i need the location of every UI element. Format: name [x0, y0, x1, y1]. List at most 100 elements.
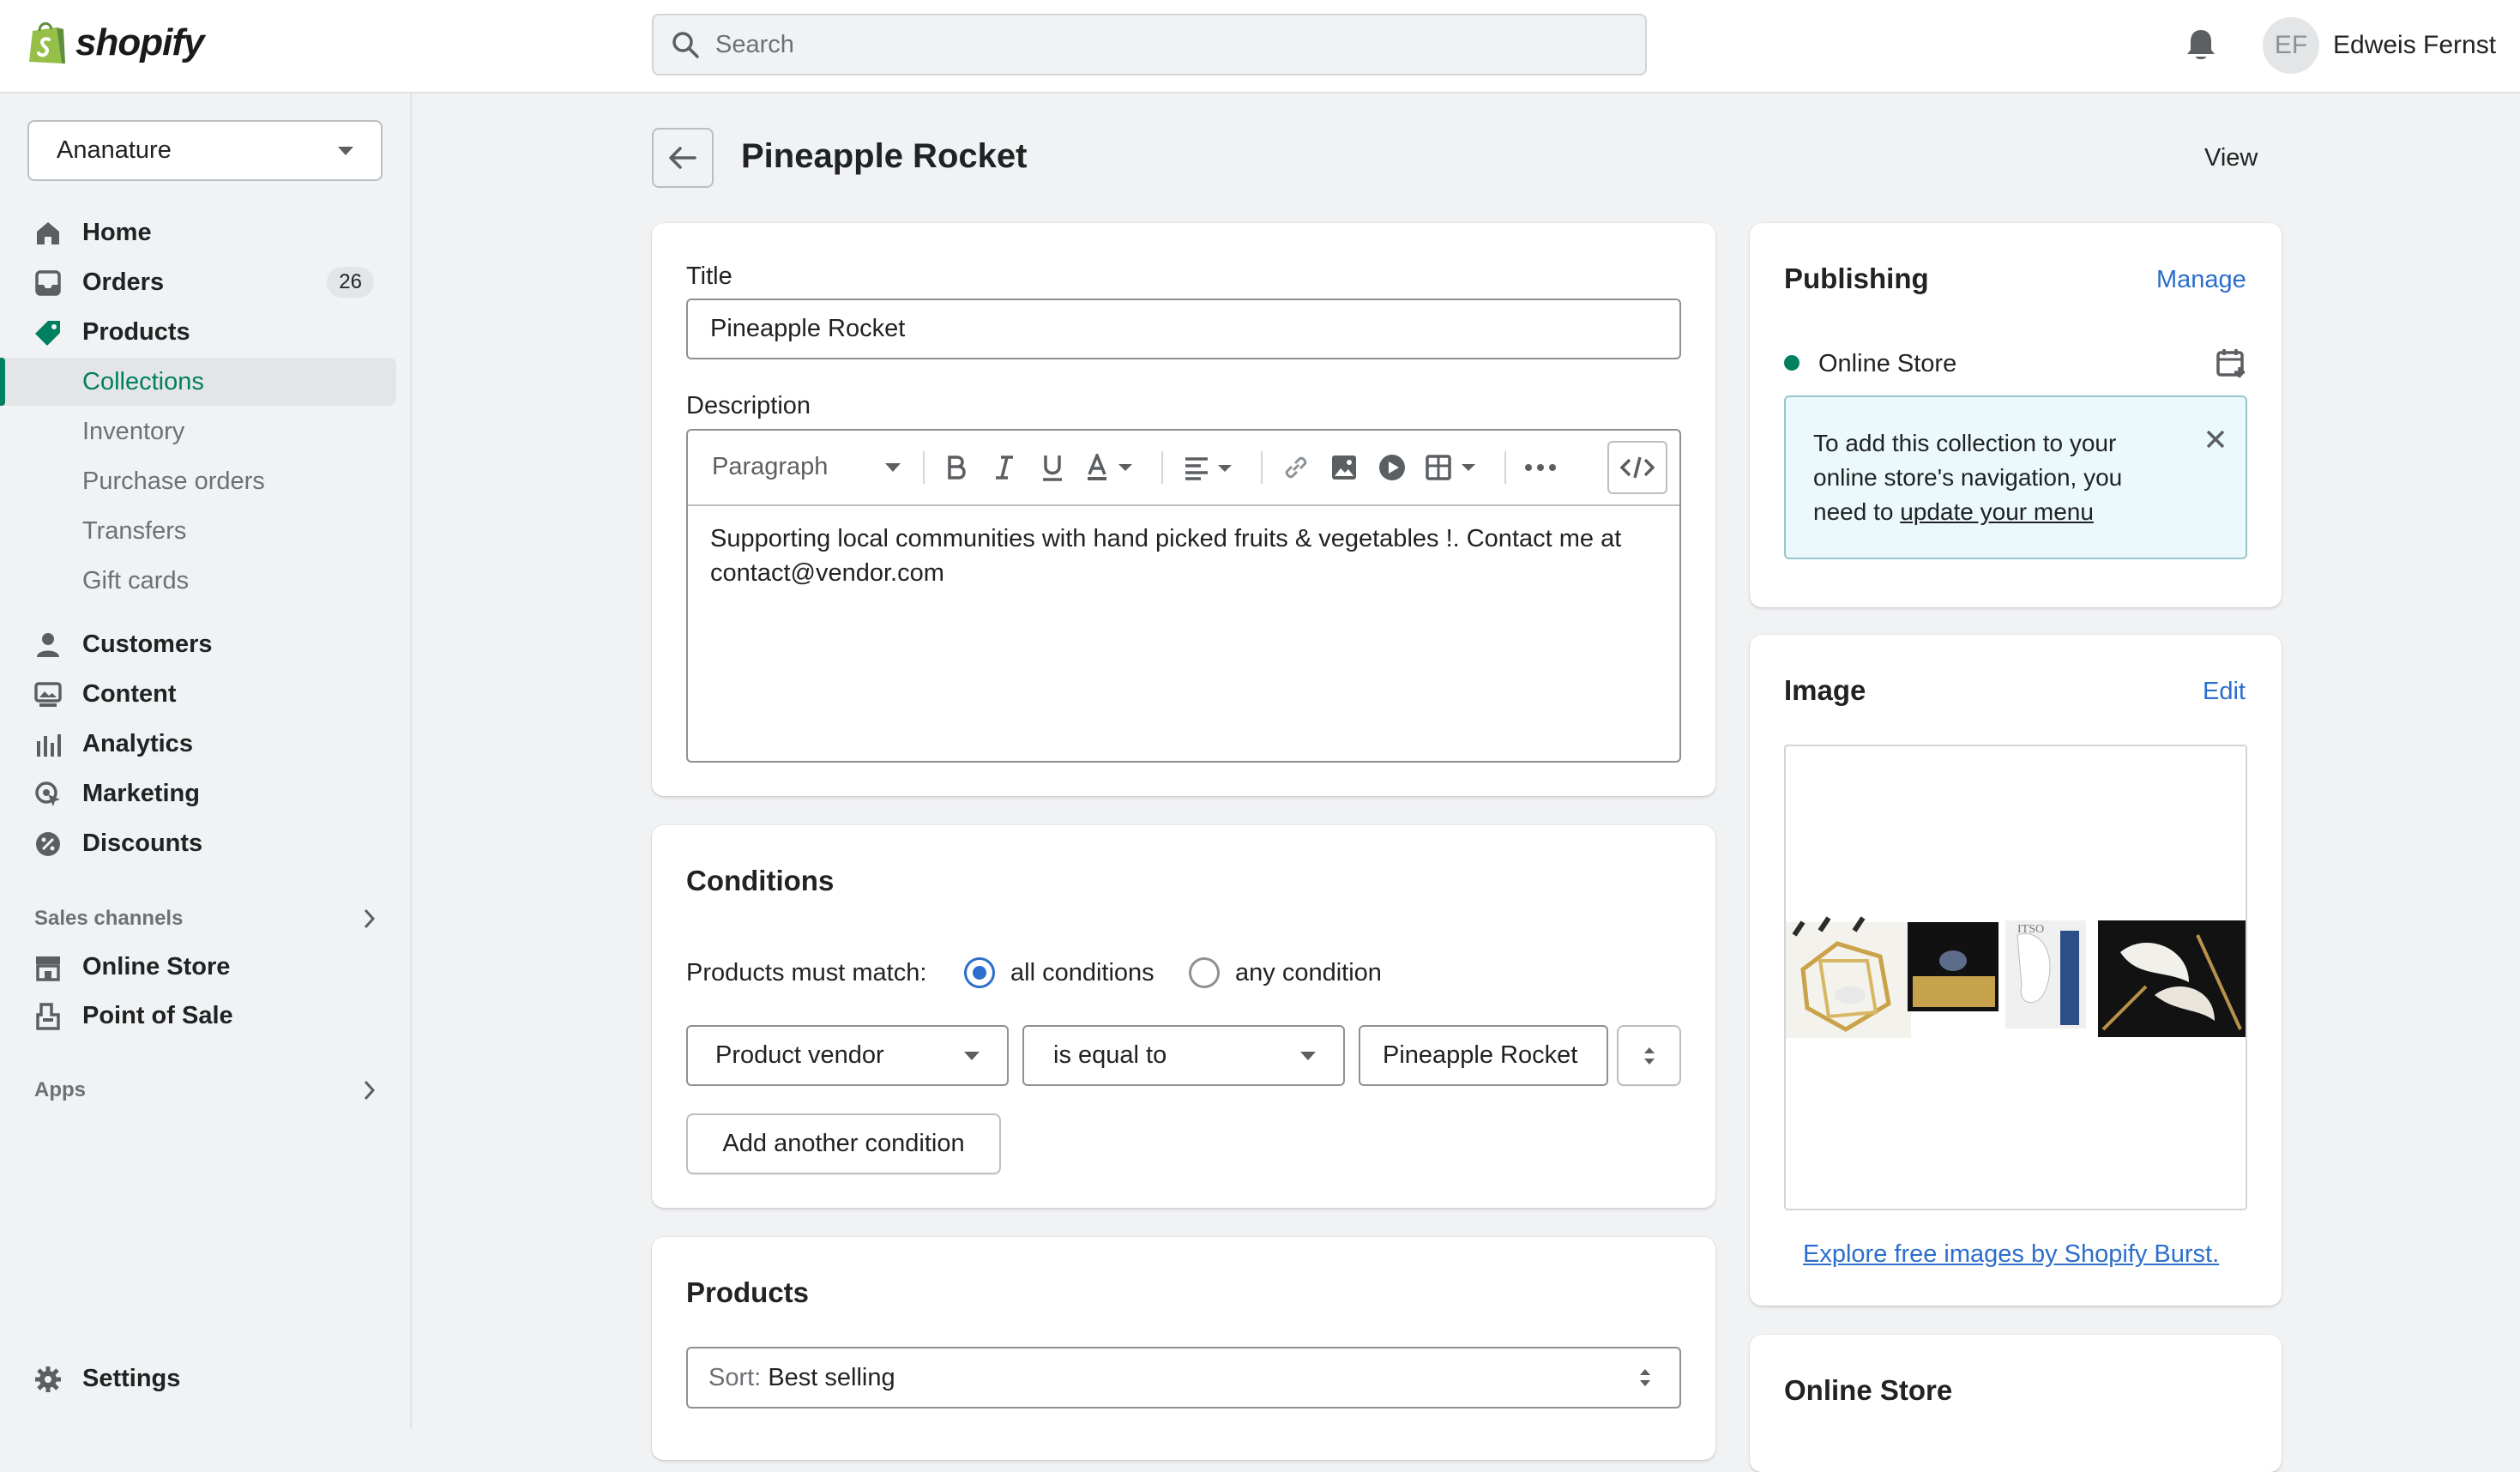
sidebar-item-content[interactable]: Content: [0, 670, 412, 718]
sort-select[interactable]: Sort: Best selling: [686, 1347, 1681, 1409]
svg-text:ITSO: ITSO: [2017, 923, 2044, 936]
underline-button[interactable]: [1038, 453, 1067, 482]
home-icon: [37, 222, 59, 244]
back-button[interactable]: [652, 128, 714, 188]
sidebar-item-label: Discounts: [82, 829, 203, 857]
sidebar-item-label: Home: [82, 218, 152, 246]
table-icon: [1426, 455, 1475, 480]
sidebar-item-home[interactable]: Home: [0, 208, 412, 256]
italic-button[interactable]: [990, 453, 1019, 482]
bold-button[interactable]: [942, 453, 971, 482]
sidebar-item-transfers[interactable]: Transfers: [0, 507, 412, 555]
sidebar-item-gift-cards[interactable]: Gift cards: [0, 557, 412, 605]
image-heading: Image: [1784, 674, 1866, 706]
sidebar-item-marketing[interactable]: Marketing: [0, 769, 412, 817]
sidebar-item-products[interactable]: Products: [0, 308, 412, 356]
title-value: Pineapple Rocket: [710, 315, 906, 342]
all-conditions-radio[interactable]: [964, 957, 995, 988]
store-icon: [36, 956, 60, 981]
any-condition-radio[interactable]: [1189, 957, 1220, 988]
discount-icon: [36, 832, 60, 856]
schedule-button[interactable]: [2216, 348, 2247, 379]
editor-toolbar: Paragraph: [688, 431, 1679, 506]
page-title: Pineapple Rocket: [741, 137, 1028, 175]
bold-icon: [948, 455, 966, 480]
toolbar-divider: [923, 451, 925, 484]
any-condition-label[interactable]: any condition: [1235, 959, 1382, 987]
store-selector[interactable]: Ananature: [27, 120, 383, 181]
collection-image[interactable]: ITSO: [1784, 745, 2247, 1210]
marketing-icon: [35, 781, 60, 806]
description-text[interactable]: Supporting local communities with hand p…: [710, 522, 1662, 590]
link-icon: [1285, 456, 1307, 479]
sidebar-item-inventory[interactable]: Inventory: [0, 407, 412, 455]
sidebar-item-settings[interactable]: Settings: [0, 1354, 412, 1403]
calendar-icon: [2216, 349, 2245, 377]
format-value: Paragraph: [712, 453, 829, 480]
add-condition-button[interactable]: Add another condition: [686, 1113, 1001, 1174]
chevron-right-icon: [360, 1078, 377, 1102]
link-button[interactable]: [1281, 453, 1311, 482]
table-button[interactable]: [1426, 453, 1486, 482]
arrow-left-icon: [669, 147, 696, 169]
shopify-logo[interactable]: shopify: [26, 19, 204, 67]
banner-text: To add this collection to your online st…: [1813, 426, 2173, 529]
sidebar-item-collections[interactable]: Collections: [0, 358, 396, 406]
sidebar-item-point-of-sale[interactable]: Point of Sale: [0, 992, 412, 1040]
channel-name: Online Store: [1818, 350, 1957, 377]
italic-icon: [996, 455, 1013, 480]
dismiss-banner-button[interactable]: [2206, 430, 2225, 449]
user-name[interactable]: Edweis Fernst: [2333, 31, 2496, 60]
show-html-button[interactable]: [1607, 441, 1667, 494]
sort-text: Sort: Best selling: [708, 1364, 895, 1392]
sidebar-item-analytics[interactable]: Analytics: [0, 720, 412, 768]
toolbar-divider: [1504, 451, 1506, 484]
condition-value-stepper[interactable]: [1617, 1025, 1681, 1086]
sort-arrows-icon: [1640, 1369, 1650, 1386]
match-label: Products must match:: [686, 959, 927, 986]
sidebar-item-online-store[interactable]: Online Store: [0, 943, 412, 991]
title-label: Title: [686, 262, 732, 290]
insert-video-button[interactable]: [1378, 453, 1407, 482]
sidebar-item-label: Content: [82, 679, 177, 708]
more-options-button[interactable]: [1522, 453, 1559, 482]
condition-field-select[interactable]: Product vendor: [686, 1025, 1009, 1086]
update-menu-link[interactable]: update your menu: [1900, 498, 2094, 525]
manage-link[interactable]: Manage: [2156, 266, 2246, 294]
sidebar-item-label: Collections: [82, 367, 204, 395]
align-button[interactable]: [1184, 453, 1244, 482]
view-button[interactable]: View: [2204, 144, 2258, 172]
notifications-button[interactable]: [2185, 27, 2216, 62]
published-status-dot: [1784, 355, 1800, 371]
pos-icon: [36, 1003, 60, 1030]
apps-heading[interactable]: Apps: [34, 1078, 377, 1102]
condition-operator-select[interactable]: is equal to: [1022, 1025, 1345, 1086]
sidebar-item-label: Orders: [82, 268, 165, 296]
title-field[interactable]: Pineapple Rocket: [686, 299, 1681, 359]
sidebar-item-orders[interactable]: Orders 26: [0, 258, 412, 306]
edit-image-link[interactable]: Edit: [2203, 678, 2246, 706]
avatar[interactable]: EF: [2263, 17, 2319, 74]
sort-value: Best selling: [768, 1363, 895, 1391]
all-conditions-label[interactable]: all conditions: [1010, 959, 1154, 987]
format-select[interactable]: Paragraph: [712, 453, 901, 481]
sidebar-item-discounts[interactable]: Discounts: [0, 819, 412, 867]
shopify-burst-link[interactable]: Explore free images by Shopify Burst.: [1803, 1240, 2219, 1269]
search-bar[interactable]: [652, 14, 1647, 75]
search-icon: [672, 32, 699, 58]
content-icon: [34, 682, 62, 707]
sidebar-item-label: Analytics: [82, 729, 193, 757]
sales-channels-heading[interactable]: Sales channels: [34, 907, 377, 931]
search-input[interactable]: [715, 30, 1573, 59]
condition-value-field[interactable]: Pineapple Rocket: [1359, 1025, 1608, 1086]
text-color-button[interactable]: [1086, 453, 1146, 482]
insert-image-button[interactable]: [1329, 453, 1359, 482]
sidebar-item-customers[interactable]: Customers: [0, 620, 412, 668]
gear-icon: [35, 1366, 61, 1392]
collection-photo-collage: ITSO: [1786, 916, 2246, 1038]
image-icon: [1332, 455, 1356, 480]
close-icon: [2206, 430, 2225, 449]
description-editor[interactable]: Paragraph Supporting local communities w…: [686, 429, 1681, 763]
condition-operator-value: is equal to: [1053, 1041, 1167, 1069]
sidebar-item-purchase-orders[interactable]: Purchase orders: [0, 457, 412, 505]
